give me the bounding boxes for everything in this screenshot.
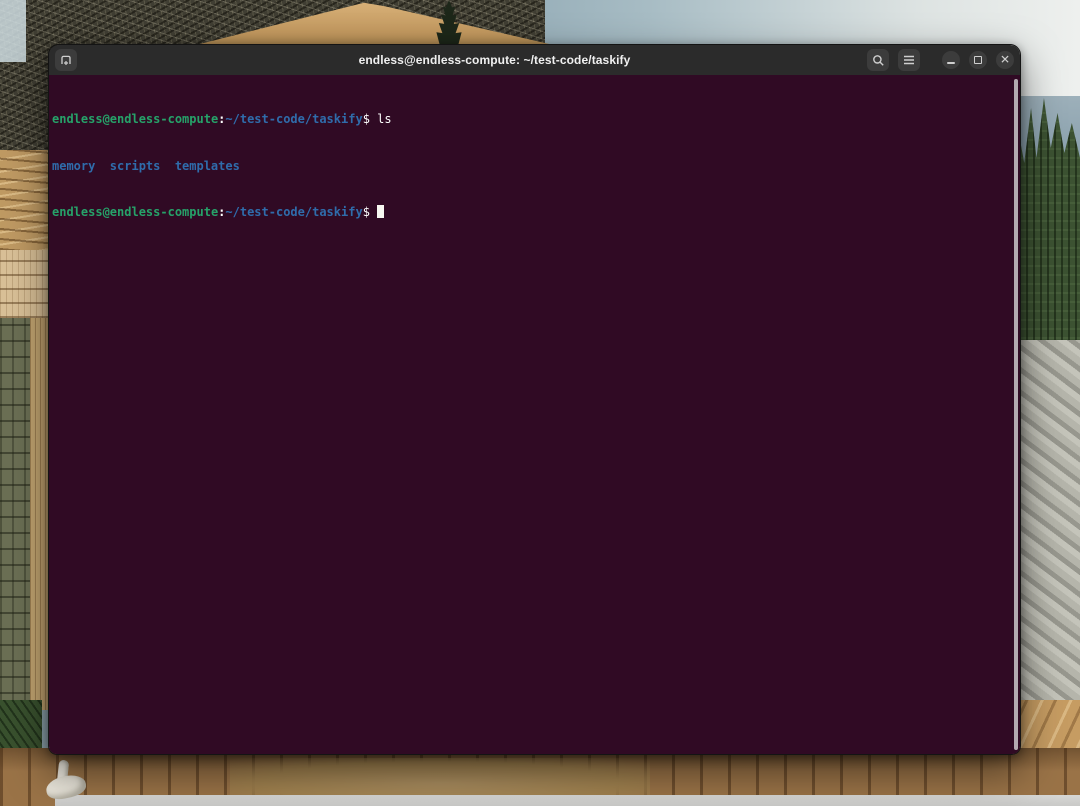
close-button[interactable]: ✕ [996, 51, 1014, 69]
terminal-line-prompt-current: endless@endless-compute:~/test-code/task… [52, 205, 1010, 221]
hamburger-menu-icon [903, 55, 915, 65]
prompt-user-host: endless@endless-compute [52, 205, 218, 219]
terminal-window: endless@endless-compute: ~/test-code/tas… [48, 44, 1021, 755]
wallpaper-rocky-slope [1012, 340, 1080, 712]
search-icon [872, 54, 885, 67]
text-cursor [377, 205, 384, 218]
bird-sculpture-body [44, 772, 88, 802]
maximize-icon [974, 56, 982, 64]
titlebar[interactable]: endless@endless-compute: ~/test-code/tas… [49, 45, 1020, 75]
terminal-line-ls-output: memory scripts templates [52, 159, 1010, 175]
directory-name: scripts [110, 159, 161, 173]
bird-sculpture [34, 760, 94, 802]
command-text: ls [377, 112, 391, 126]
directory-name: templates [175, 159, 240, 173]
wallpaper-wood-post [30, 318, 50, 710]
prompt-path: ~/test-code/taskify [225, 205, 362, 219]
wallpaper-wood-beams [0, 250, 50, 318]
wallpaper-shingle-pile [0, 150, 50, 250]
prompt-symbol: $ [363, 205, 370, 219]
terminal-line-prompt-command: endless@endless-compute:~/test-code/task… [52, 112, 1010, 128]
maximize-button[interactable] [969, 51, 987, 69]
minimize-icon [947, 62, 955, 64]
prompt-symbol: $ [363, 112, 370, 126]
prompt-user-host: endless@endless-compute [52, 112, 218, 126]
wallpaper-sky-patch [0, 0, 26, 62]
minimize-button[interactable] [942, 51, 960, 69]
wallpaper-light-ledge [55, 795, 1080, 806]
window-title: endless@endless-compute: ~/test-code/tas… [169, 53, 820, 67]
terminal-content[interactable]: endless@endless-compute:~/test-code/task… [49, 75, 1020, 754]
terminal-scrollbar[interactable] [1014, 79, 1018, 750]
search-button[interactable] [867, 49, 889, 71]
prompt-path: ~/test-code/taskify [225, 112, 362, 126]
directory-name: memory [52, 159, 95, 173]
new-tab-icon [59, 53, 73, 67]
menu-button[interactable] [898, 49, 920, 71]
wallpaper-sandy-floor [230, 758, 650, 800]
new-tab-button[interactable] [55, 49, 77, 71]
close-icon: ✕ [1000, 54, 1010, 66]
